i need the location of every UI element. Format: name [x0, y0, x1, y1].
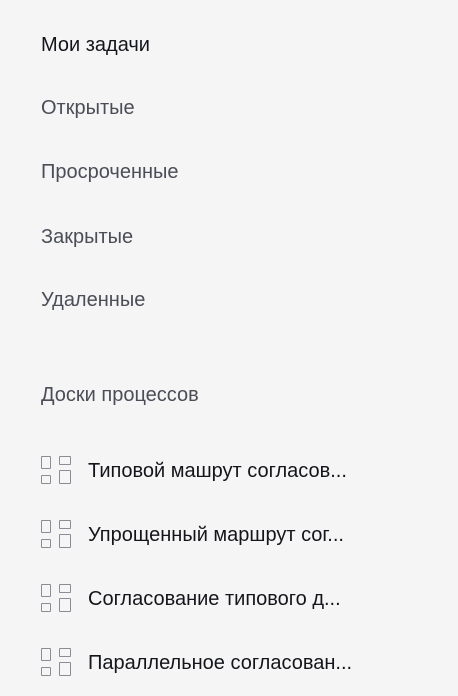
nav-item-overdue[interactable]: Просроченные — [41, 160, 179, 184]
board-item-label: Согласование типового д... — [88, 588, 341, 610]
board-grid-icon — [40, 455, 72, 487]
board-item-label: Параллельное согласован... — [88, 652, 353, 674]
board-grid-icon — [40, 583, 72, 615]
board-item[interactable]: Типовой машрут согласов... — [40, 454, 440, 488]
board-item-label: Упрощенный маршрут сог... — [88, 524, 344, 546]
board-item[interactable]: Параллельное согласован... — [40, 646, 440, 680]
process-boards-heading: Доски процессов — [41, 384, 199, 406]
nav-item-closed[interactable]: Закрытые — [41, 225, 133, 249]
board-item-label: Типовой машрут согласов... — [88, 460, 347, 482]
board-grid-icon — [40, 647, 72, 679]
nav-item-deleted[interactable]: Удаленные — [41, 288, 145, 312]
board-grid-icon — [40, 519, 72, 551]
sidebar-panel: Мои задачи Открытые Просроченные Закрыты… — [0, 0, 458, 696]
board-item[interactable]: Согласование типового д... — [40, 582, 440, 616]
board-item[interactable]: Упрощенный маршрут сог... — [40, 518, 440, 552]
nav-item-open[interactable]: Открытые — [41, 96, 135, 120]
nav-item-my-tasks[interactable]: Мои задачи — [41, 33, 150, 57]
